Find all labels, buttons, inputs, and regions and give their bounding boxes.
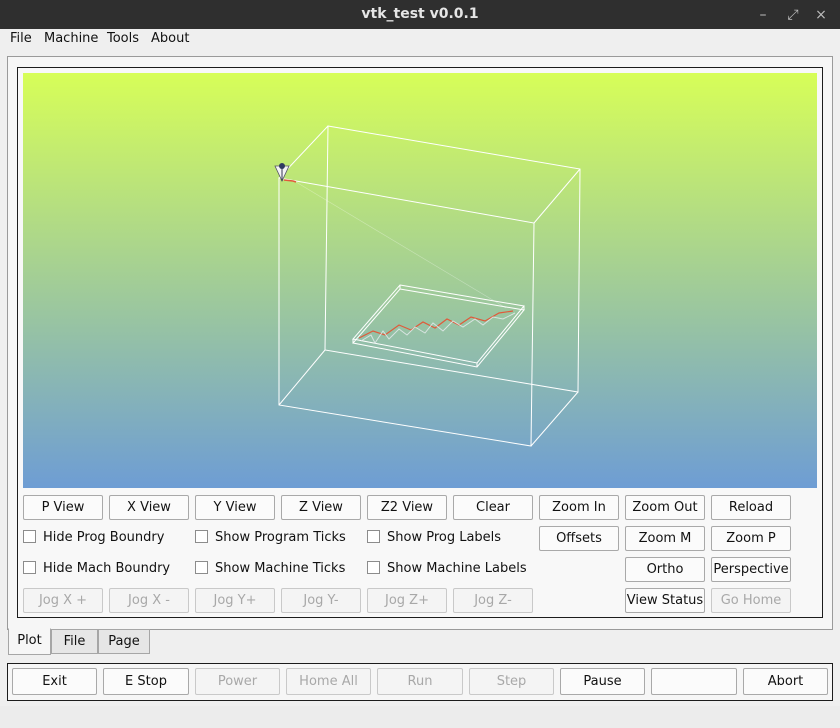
zoom-m-button[interactable]: Zoom M	[625, 526, 705, 551]
e-stop-button[interactable]: E Stop	[103, 668, 189, 695]
checkbox-label: Show Prog Labels	[387, 530, 502, 545]
jog-y-plus-button[interactable]: Jog Y+	[195, 588, 275, 613]
menu-tools[interactable]: Tools	[107, 29, 139, 49]
jog-z-minus-button[interactable]: Jog Z-	[453, 588, 533, 613]
zoom-p-button[interactable]: Zoom P	[711, 526, 791, 551]
toolpath	[283, 179, 516, 344]
y-view-button[interactable]: Y View	[195, 495, 275, 520]
checkbox-box[interactable]	[195, 530, 208, 543]
show-prog-labels-checkbox[interactable]: Show Prog Labels	[367, 529, 501, 547]
tab-plot[interactable]: Plot	[8, 628, 51, 655]
checkbox-box[interactable]	[367, 530, 380, 543]
show-machine-ticks-checkbox[interactable]: Show Machine Ticks	[195, 560, 345, 578]
menu-bar: File Machine Tools About	[0, 29, 840, 49]
ortho-button[interactable]: Ortho	[625, 557, 705, 582]
show-program-ticks-checkbox[interactable]: Show Program Ticks	[195, 529, 346, 547]
checkbox-box[interactable]	[23, 530, 36, 543]
checkbox-label: Hide Prog Boundry	[43, 530, 165, 545]
status-bar	[0, 706, 840, 728]
minimize-button[interactable]: –	[752, 4, 774, 26]
power-button[interactable]: Power	[195, 668, 280, 695]
tool-icon	[274, 163, 290, 182]
show-machine-labels-checkbox[interactable]: Show Machine Labels	[367, 560, 527, 578]
jog-x-plus-button[interactable]: Jog X +	[23, 588, 103, 613]
z2-view-button[interactable]: Z2 View	[367, 495, 447, 520]
menu-about[interactable]: About	[151, 29, 189, 49]
checkbox-box[interactable]	[23, 561, 36, 574]
step-button[interactable]: Step	[469, 668, 554, 695]
home-all-button[interactable]: Home All	[286, 668, 371, 695]
exit-button[interactable]: Exit	[12, 668, 97, 695]
restore-button[interactable]: ⤢	[782, 4, 804, 26]
checkbox-label: Show Machine Ticks	[215, 561, 346, 576]
jog-y-minus-button[interactable]: Jog Y-	[281, 588, 361, 613]
view-status-button[interactable]: View Status	[625, 588, 705, 613]
hide-prog-boundary-checkbox[interactable]: Hide Prog Boundry	[23, 529, 164, 547]
run-button[interactable]: Run	[377, 668, 463, 695]
title-bar: vtk_test v0.0.1 – ⤢ ×	[0, 0, 840, 29]
tab-file[interactable]: File	[51, 629, 98, 654]
go-home-button[interactable]: Go Home	[711, 588, 791, 613]
window-title: vtk_test v0.0.1	[361, 6, 479, 22]
perspective-button[interactable]: Perspective	[711, 557, 791, 582]
checkbox-box[interactable]	[195, 561, 208, 574]
checkbox-box[interactable]	[367, 561, 380, 574]
menu-machine[interactable]: Machine	[44, 29, 98, 49]
offsets-button[interactable]: Offsets	[539, 526, 619, 551]
checkbox-label: Show Machine Labels	[387, 561, 527, 576]
viewport-scene	[274, 125, 581, 447]
blank-button[interactable]	[651, 668, 737, 695]
menu-file[interactable]: File	[10, 29, 32, 49]
z-view-button[interactable]: Z View	[281, 495, 361, 520]
3d-viewport[interactable]	[23, 73, 817, 488]
checkbox-label: Show Program Ticks	[215, 530, 346, 545]
pause-button[interactable]: Pause	[560, 668, 645, 695]
checkbox-label: Hide Mach Boundry	[43, 561, 171, 576]
abort-button[interactable]: Abort	[743, 668, 828, 695]
zoom-in-button[interactable]: Zoom In	[539, 495, 619, 520]
p-view-button[interactable]: P View	[23, 495, 103, 520]
close-button[interactable]: ×	[810, 4, 832, 26]
reload-button[interactable]: Reload	[711, 495, 791, 520]
machine-boundary-box	[278, 125, 581, 447]
hide-mach-boundary-checkbox[interactable]: Hide Mach Boundry	[23, 560, 170, 578]
jog-x-minus-button[interactable]: Jog X -	[109, 588, 189, 613]
zoom-out-button[interactable]: Zoom Out	[625, 495, 705, 520]
x-view-button[interactable]: X View	[109, 495, 189, 520]
tab-page[interactable]: Page	[98, 629, 150, 654]
jog-z-plus-button[interactable]: Jog Z+	[367, 588, 447, 613]
clear-button[interactable]: Clear	[453, 495, 533, 520]
